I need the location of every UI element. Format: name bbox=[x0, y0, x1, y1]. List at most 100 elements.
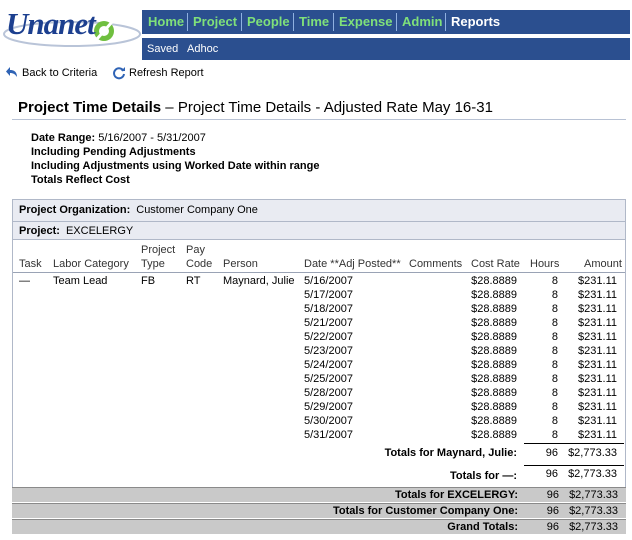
table-row: 5/23/2007 $28.8889 8 $231.11 bbox=[13, 344, 625, 358]
cell-date: 5/29/2007 bbox=[304, 401, 353, 413]
report-toolbar: Back to Criteria Refresh Report bbox=[0, 63, 632, 83]
project-band: Project: EXCELERGY bbox=[12, 221, 626, 239]
cell-date: 5/30/2007 bbox=[304, 415, 353, 427]
time-grid: Task Labor Category Project Type Pay Cod… bbox=[12, 239, 626, 489]
col-person: Person bbox=[223, 258, 258, 270]
refresh-report-button[interactable]: Refresh Report bbox=[112, 66, 204, 80]
task-total-label: Totals for —: bbox=[449, 470, 517, 482]
project-total-hours: 96 bbox=[546, 489, 559, 501]
cell-amount: $231.11 bbox=[578, 289, 617, 301]
col-comments: Comments bbox=[409, 258, 463, 270]
org-total-hours: 96 bbox=[546, 505, 559, 517]
refresh-report-label: Refresh Report bbox=[129, 67, 204, 79]
col-pay-code-1: Pay bbox=[186, 244, 205, 256]
cell-hours: 8 bbox=[551, 373, 558, 385]
table-row: 5/25/2007 $28.8889 8 $231.11 bbox=[13, 372, 625, 386]
col-pay-code-2: Code bbox=[186, 258, 213, 270]
table-row: 5/30/2007 $28.8889 8 $231.11 bbox=[13, 414, 625, 428]
project-value: EXCELERGY bbox=[65, 225, 134, 237]
org-total-label: Totals for Customer Company One: bbox=[333, 505, 518, 517]
title-separator: – bbox=[165, 99, 174, 116]
nav-divider bbox=[333, 13, 334, 31]
task-total-amount: $2,773.33 bbox=[568, 468, 617, 480]
col-task: Task bbox=[19, 258, 42, 270]
cell-cost-rate: $28.8889 bbox=[471, 331, 517, 343]
table-row: 5/17/2007 $28.8889 8 $231.11 bbox=[13, 288, 625, 302]
report-subtitle: Project Time Details - Adjusted Rate May… bbox=[177, 99, 493, 116]
cell-hours: 8 bbox=[551, 345, 558, 357]
cell-amount: $231.11 bbox=[578, 359, 617, 371]
report-criteria: Date Range: 5/16/2007 - 5/31/2007 Includ… bbox=[31, 131, 319, 187]
cell-amount: $231.11 bbox=[578, 429, 617, 441]
subtotal-rule bbox=[524, 465, 624, 466]
refresh-icon bbox=[113, 67, 125, 80]
cell-date: 5/25/2007 bbox=[304, 373, 353, 385]
nav-reports[interactable]: Reports bbox=[451, 14, 500, 29]
table-row: 5/31/2007 $28.8889 8 $231.11 bbox=[13, 428, 625, 442]
cell-amount: $231.11 bbox=[578, 387, 617, 399]
person-total-amount: $2,773.33 bbox=[568, 447, 617, 459]
org-value: Customer Company One bbox=[136, 204, 258, 216]
person-total-label: Totals for Maynard, Julie: bbox=[384, 447, 517, 459]
cell-date: 5/21/2007 bbox=[304, 317, 353, 329]
cell-amount: $231.11 bbox=[578, 331, 617, 343]
criteria-adjustments: Including Adjustments using Worked Date … bbox=[31, 160, 320, 172]
date-range-label: Date Range: bbox=[31, 132, 96, 144]
nav-time[interactable]: Time bbox=[299, 14, 329, 29]
nav-expense[interactable]: Expense bbox=[339, 14, 392, 29]
table-row: 5/28/2007 $28.8889 8 $231.11 bbox=[13, 386, 625, 400]
unanet-logo[interactable]: Unanet bbox=[0, 0, 145, 62]
nav-project[interactable]: Project bbox=[193, 14, 237, 29]
table-row: 5/18/2007 $28.8889 8 $231.11 bbox=[13, 302, 625, 316]
criteria-cost: Totals Reflect Cost bbox=[31, 174, 130, 186]
back-to-criteria-label: Back to Criteria bbox=[22, 67, 98, 79]
nav-people[interactable]: People bbox=[247, 14, 290, 29]
org-total-amount: $2,773.33 bbox=[569, 505, 618, 517]
grand-total-hours: 96 bbox=[546, 521, 559, 533]
cell-cost-rate: $28.8889 bbox=[471, 303, 517, 315]
col-project-type-2: Type bbox=[141, 258, 165, 270]
person-subtotals: Totals for Maynard, Julie: 96 $2,773.33 … bbox=[13, 442, 625, 488]
cell-amount: $231.11 bbox=[578, 275, 617, 287]
cell-amount: $231.11 bbox=[578, 401, 617, 413]
cell-date: 5/17/2007 bbox=[304, 289, 353, 301]
back-to-criteria-button[interactable]: Back to Criteria bbox=[5, 66, 97, 80]
cell-hours: 8 bbox=[551, 359, 558, 371]
subnav-saved[interactable]: Saved bbox=[147, 43, 178, 55]
cell-date: 5/28/2007 bbox=[304, 387, 353, 399]
cell-amount: $231.11 bbox=[578, 345, 617, 357]
criteria-date-range: Date Range: 5/16/2007 - 5/31/2007 bbox=[31, 131, 319, 145]
cell-date: 5/16/2007 bbox=[304, 275, 353, 287]
subnav-adhoc[interactable]: Adhoc bbox=[187, 43, 218, 55]
cell-date: 5/23/2007 bbox=[304, 345, 353, 357]
report-title: Project Time Details bbox=[18, 99, 162, 116]
cell-task: — bbox=[19, 275, 30, 287]
cell-cost-rate: $28.8889 bbox=[471, 387, 517, 399]
org-total-row: Totals for Customer Company One: 96 $2,7… bbox=[12, 503, 626, 518]
cell-date: 5/31/2007 bbox=[304, 429, 353, 441]
cell-hours: 8 bbox=[551, 401, 558, 413]
project-label: Project: bbox=[19, 225, 60, 237]
col-labor-category: Labor Category bbox=[53, 258, 129, 270]
cell-hours: 8 bbox=[551, 289, 558, 301]
cell-hours: 8 bbox=[551, 275, 558, 287]
cell-hours: 8 bbox=[551, 429, 558, 441]
cell-amount: $231.11 bbox=[578, 317, 617, 329]
back-arrow-icon bbox=[6, 67, 17, 77]
cell-hours: 8 bbox=[551, 317, 558, 329]
nav-home[interactable]: Home bbox=[148, 14, 184, 29]
cell-cost-rate: $28.8889 bbox=[471, 317, 517, 329]
cell-cost-rate: $28.8889 bbox=[471, 429, 517, 441]
table-row: 5/22/2007 $28.8889 8 $231.11 bbox=[13, 330, 625, 344]
sub-nav: Saved Adhoc bbox=[142, 38, 630, 60]
grand-total-label: Grand Totals: bbox=[447, 521, 518, 533]
cell-date: 5/18/2007 bbox=[304, 303, 353, 315]
nav-admin[interactable]: Admin bbox=[402, 14, 442, 29]
cell-cost-rate: $28.8889 bbox=[471, 373, 517, 385]
nav-divider bbox=[241, 13, 242, 31]
project-total-row: Totals for EXCELERGY: 96 $2,773.33 bbox=[12, 487, 626, 502]
cell-amount: $231.11 bbox=[578, 373, 617, 385]
cell-cost-rate: $28.8889 bbox=[471, 345, 517, 357]
date-range-value: 5/16/2007 - 5/31/2007 bbox=[98, 132, 206, 144]
cell-cost-rate: $28.8889 bbox=[471, 289, 517, 301]
